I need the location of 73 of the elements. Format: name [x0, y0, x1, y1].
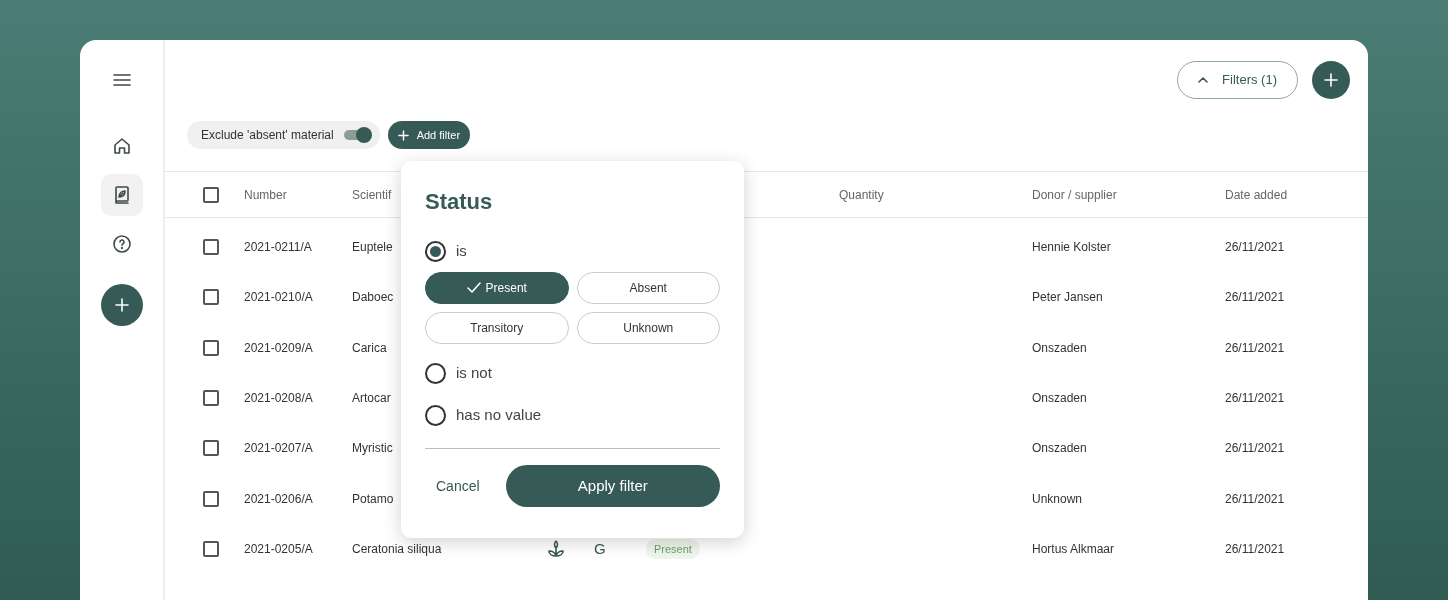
status-option[interactable]: Transitory [425, 312, 569, 344]
table-cell-text: Hortus Alkmaar [1032, 540, 1115, 558]
radio-label[interactable]: is not [456, 361, 492, 385]
status-option[interactable]: Absent [576, 272, 720, 304]
table-cell-text: 26/11/2021 [1225, 390, 1285, 408]
switch[interactable] [343, 130, 370, 140]
table-cell-text: Euptele [352, 239, 393, 257]
table-cell-text: Potamo [352, 490, 394, 508]
filters-button[interactable]: Filters (1) [1177, 61, 1298, 99]
table-cell-text: Onszaden [1032, 390, 1087, 408]
row-checkbox[interactable] [203, 390, 219, 407]
table-cell-text: Peter Jansen [1032, 289, 1103, 307]
add-button[interactable] [1312, 61, 1350, 99]
table-cell-text: 2021-0206/A [244, 490, 313, 508]
radio-button[interactable] [425, 404, 446, 426]
table-cell-text: 26/11/2021 [1225, 239, 1285, 257]
table-cell-text: Onszaden [1032, 440, 1087, 458]
table-cell-text: G [594, 538, 606, 559]
table-cell-text: Myristic [352, 440, 393, 458]
popup-title: Status [425, 188, 494, 216]
select-all-checkbox[interactable] [203, 186, 219, 203]
radio-button[interactable] [425, 362, 446, 384]
row-checkbox[interactable] [203, 540, 219, 557]
radio-button[interactable] [425, 240, 446, 262]
add-filter-button[interactable]: Add filter [387, 121, 471, 149]
plus-icon [397, 129, 409, 141]
row-checkbox[interactable] [203, 440, 219, 457]
catalog-button[interactable] [100, 174, 143, 216]
table-cell-text: 26/11/2021 [1225, 339, 1285, 357]
table-cell-text: Carica [352, 339, 387, 357]
apply-filter-button[interactable]: Apply filter [505, 465, 720, 507]
column-header[interactable]: Donor / supplier [1032, 185, 1117, 204]
table-cell-text: 2021-0210/A [244, 289, 313, 307]
home-icon [111, 136, 132, 156]
table-cell-text: Hennie Kolster [1032, 239, 1111, 257]
table-cell-text: Artocar [352, 390, 391, 408]
table-cell-text: 26/11/2021 [1225, 490, 1285, 508]
table-cell-text: Ceratonia siliqua [352, 540, 442, 558]
table-cell-text: 2021-0205/A [244, 540, 313, 558]
radio-label[interactable]: has no value [456, 403, 542, 427]
row-checkbox[interactable] [203, 289, 219, 306]
exclude-toggle[interactable]: Exclude 'absent' material [187, 121, 380, 149]
sprout-icon [546, 538, 566, 559]
table-cell-text: 2021-0211/A [244, 239, 312, 257]
menu-icon [112, 73, 131, 87]
row-checkbox[interactable] [203, 490, 219, 507]
status-option[interactable]: Present [425, 272, 569, 304]
column-header[interactable]: Number [244, 185, 287, 204]
toggle-label: Exclude 'absent' material [201, 127, 334, 144]
table-cell-text: 2021-0208/A [244, 390, 313, 408]
status-option[interactable]: Unknown [576, 312, 720, 344]
table-cell-text: 26/11/2021 [1225, 440, 1285, 458]
row-checkbox[interactable] [203, 239, 219, 256]
status-badge: Present [646, 538, 700, 560]
plus-icon [113, 297, 130, 313]
add-button[interactable] [100, 284, 143, 326]
table-cell-text: Onszaden [1032, 339, 1087, 357]
table-cell-text: 26/11/2021 [1225, 540, 1285, 558]
column-header[interactable]: Scientif [352, 185, 392, 204]
column-header[interactable]: Quantity [839, 185, 884, 204]
table-cell-text: Daboec [352, 289, 394, 307]
plus-icon [1323, 72, 1339, 88]
check-icon [466, 282, 481, 294]
help-icon [111, 234, 132, 254]
table-cell-text: 2021-0209/A [244, 339, 313, 357]
column-header[interactable]: Date added [1225, 185, 1288, 204]
table-cell-text: 26/11/2021 [1225, 289, 1285, 307]
table-cell-text: Unknown [1032, 490, 1083, 508]
chevron-up-icon [1198, 76, 1209, 84]
cancel-button[interactable]: Cancel [425, 475, 480, 497]
radio-label[interactable]: is [456, 239, 467, 263]
row-checkbox[interactable] [203, 339, 219, 356]
table-cell-text: 2021-0207/A [244, 440, 313, 458]
